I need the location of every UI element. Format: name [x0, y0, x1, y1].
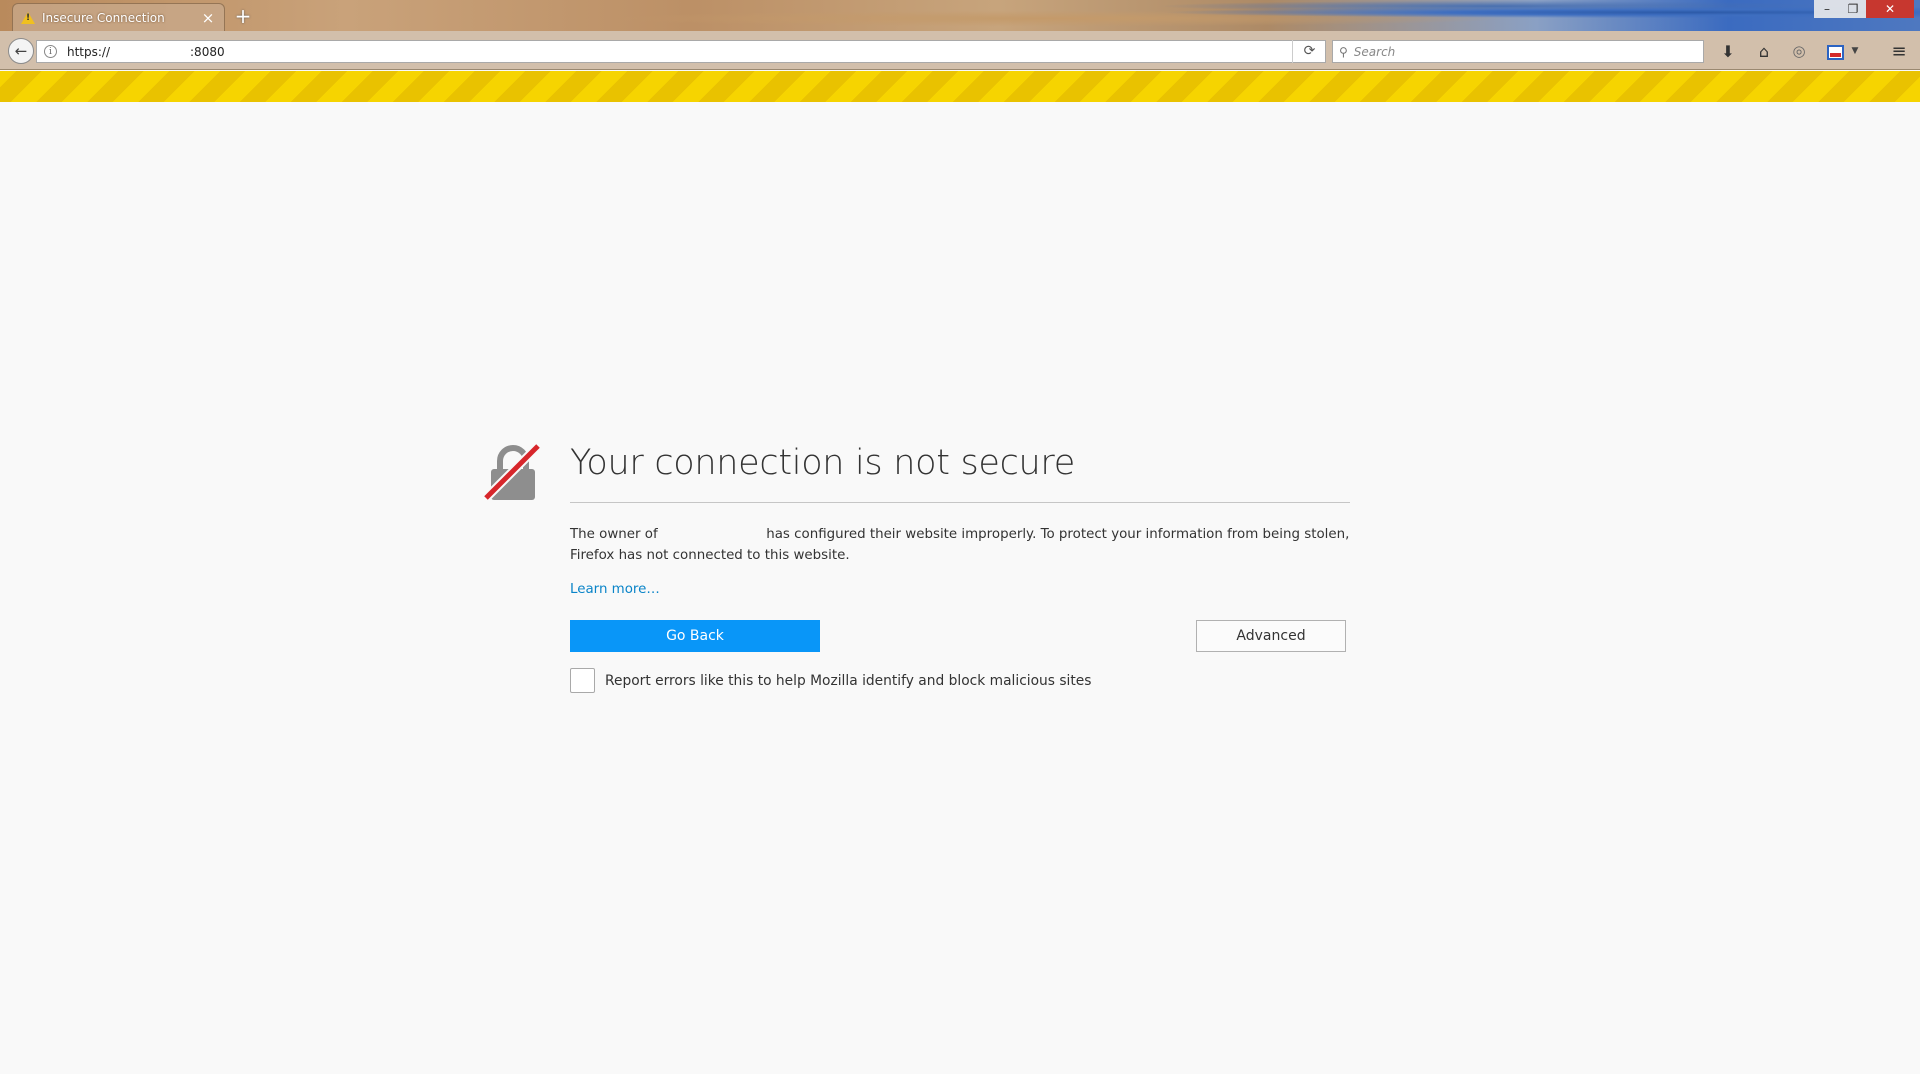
error-description: The owner of has configured their websit… [570, 524, 1350, 566]
insecure-warning-stripe [0, 71, 1920, 102]
chevron-down-icon[interactable]: ▼ [1848, 40, 1862, 63]
navigation-toolbar: ← i https:// :8080 ⟳ ⚲ ⬇ ⌂ ◎ ▼ ≡ [0, 31, 1920, 70]
tab-title: Insecure Connection [42, 10, 165, 25]
url-port: :8080 [190, 44, 225, 59]
broken-lock-icon [483, 442, 542, 502]
extension-button[interactable] [1822, 40, 1848, 63]
title-bar: Insecure Connection × + – ❐ ✕ [0, 0, 1920, 31]
search-bar[interactable]: ⚲ [1332, 40, 1704, 63]
new-tab-button[interactable]: + [232, 5, 254, 27]
url-protocol: https:// [67, 44, 111, 59]
search-input[interactable] [1353, 44, 1674, 59]
advanced-button[interactable]: Advanced [1196, 620, 1346, 652]
home-icon[interactable]: ⌂ [1751, 40, 1777, 63]
download-icon[interactable]: ⬇ [1715, 40, 1741, 63]
url-bar[interactable]: i https:// :8080 [36, 40, 1326, 63]
sync-icon[interactable]: ◎ [1786, 40, 1812, 63]
minimize-button[interactable]: – [1814, 0, 1840, 18]
extension-icon [1826, 45, 1844, 60]
back-button[interactable]: ← [8, 38, 34, 64]
reload-button[interactable]: ⟳ [1292, 40, 1326, 63]
tab-insecure-connection[interactable]: Insecure Connection × [12, 3, 225, 31]
error-page: Your connection is not secure The owner … [0, 102, 1920, 1074]
reload-icon: ⟳ [1303, 43, 1316, 59]
search-icon: ⚲ [1339, 44, 1348, 59]
warning-icon [21, 11, 35, 24]
description-prefix: The owner of [570, 527, 658, 542]
report-errors-row: Report errors like this to help Mozilla … [570, 668, 1091, 693]
report-errors-label[interactable]: Report errors like this to help Mozilla … [605, 673, 1091, 689]
info-icon[interactable]: i [44, 45, 57, 58]
back-arrow-icon: ← [14, 42, 28, 60]
tab-close-icon[interactable]: × [200, 9, 216, 27]
close-window-button[interactable]: ✕ [1866, 0, 1914, 18]
learn-more-link[interactable]: Learn more… [570, 582, 660, 597]
go-back-button[interactable]: Go Back [570, 620, 820, 652]
restore-button[interactable]: ❐ [1840, 0, 1866, 18]
title-divider [570, 502, 1350, 503]
hamburger-menu-icon[interactable]: ≡ [1886, 40, 1912, 63]
report-errors-checkbox[interactable] [570, 668, 595, 693]
page-title: Your connection is not secure [570, 443, 1075, 483]
description-suffix: has configured their website improperly.… [570, 527, 1350, 563]
